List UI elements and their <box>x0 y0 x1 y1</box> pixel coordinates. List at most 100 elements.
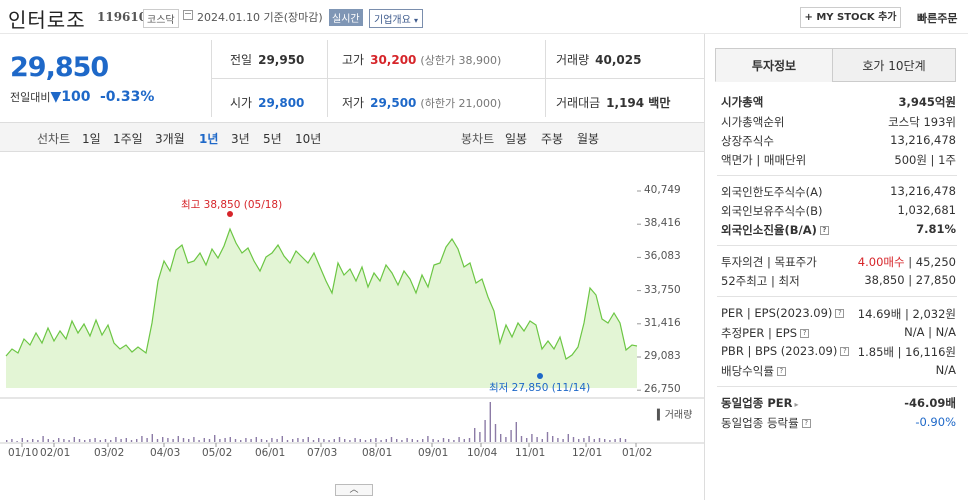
volume-bar <box>375 438 377 442</box>
stock-header: 인터로조 119610 코스닥 2024.01.10 기준(장마감) 실시간 기… <box>0 0 968 34</box>
volume-bar <box>552 436 554 442</box>
company-overview-dropdown[interactable]: 기업개요 ▾ <box>369 9 424 28</box>
y-tick-label: 31,416 <box>644 316 681 329</box>
low-marker <box>537 373 543 379</box>
volume-legend: ▍거래량 <box>657 410 693 421</box>
volume-bar <box>302 439 304 442</box>
volume-bar <box>494 424 497 442</box>
volume-bar <box>52 440 55 442</box>
tab-weekly[interactable]: 주봉 <box>541 130 563 147</box>
open-price: 시가 29,800 <box>230 96 305 110</box>
help-icon[interactable]: ? <box>819 226 829 235</box>
help-icon[interactable]: ? <box>840 347 850 356</box>
volume-bar <box>562 439 564 442</box>
x-tick-label: 01/10 <box>8 447 39 459</box>
tab-3y[interactable]: 3년 <box>231 130 250 147</box>
my-stock-add-button[interactable]: + MY STOCK 추가 <box>800 7 901 28</box>
tab-investment-info[interactable]: 투자정보 <box>715 48 833 82</box>
dividend-yield: 배당수익률? N/A <box>721 363 956 378</box>
volume-bar <box>172 439 174 442</box>
tab-monthly[interactable]: 월봉 <box>577 130 599 147</box>
help-icon[interactable]: ? <box>801 419 811 428</box>
x-tick-label: 10/04 <box>467 447 498 459</box>
tab-5y[interactable]: 5년 <box>263 130 282 147</box>
divider <box>212 78 704 79</box>
y-tick-label: 33,750 <box>644 283 681 296</box>
tab-1y[interactable]: 1년 <box>199 130 218 147</box>
volume-bar <box>520 436 523 442</box>
help-icon[interactable]: ? <box>800 329 810 338</box>
volume-bar <box>110 440 112 442</box>
volume-bar <box>182 438 185 442</box>
volume-bar <box>526 438 528 442</box>
volume-bar <box>370 439 372 442</box>
x-tick-label: 04/03 <box>150 447 181 459</box>
volume-bar <box>318 438 320 442</box>
volume-bar <box>604 439 606 442</box>
volume-bar <box>567 434 569 442</box>
x-tick-label: 08/01 <box>362 447 393 459</box>
volume-bar <box>536 437 538 442</box>
y-tick-label: 29,083 <box>644 350 681 362</box>
volume-bar <box>510 430 512 442</box>
y-tick-label: 38,416 <box>644 217 681 230</box>
industry-per: 동일업종 PER ▸ -46.09배 <box>721 396 956 410</box>
tab-daily[interactable]: 일봉 <box>505 130 527 147</box>
volume-bar <box>276 439 278 442</box>
quote-date: 2024.01.10 기준(장마감) <box>197 11 323 24</box>
pbr-bps: PBR | BPS (2023.09)? 1.85배 | 16,116원 <box>721 344 956 359</box>
volume-bar <box>58 438 60 442</box>
volume-bar <box>619 438 621 442</box>
volume-bar <box>578 439 580 442</box>
trade-amount: 거래대금 1,194 백만 <box>556 96 671 110</box>
tab-1w[interactable]: 1주일 <box>113 130 143 147</box>
volume-bar <box>188 439 190 442</box>
volume-bar <box>11 439 13 442</box>
x-tick-label: 11/01 <box>515 447 546 459</box>
current-price: 29,850 <box>10 52 109 83</box>
volume-bar <box>32 439 34 442</box>
chevron-up-icon[interactable]: ︿ <box>335 484 373 496</box>
tab-1d[interactable]: 1일 <box>82 130 101 147</box>
tab-3m[interactable]: 3개월 <box>155 130 185 147</box>
volume-bar <box>624 439 627 442</box>
foreign-limit: 외국인한도주식수(A) 13,216,478 <box>721 184 956 199</box>
volume-bar <box>541 439 543 442</box>
par-value: 액면가 | 매매단위 500원 | 1주 <box>721 153 956 167</box>
tab-orderbook[interactable]: 호가 10단계 <box>832 48 956 82</box>
volume-bar <box>333 439 335 442</box>
volume-bar <box>359 439 361 442</box>
price-change: 전일대비▼100 -0.33% <box>10 89 155 105</box>
volume-bar <box>546 432 549 442</box>
volume-bar <box>364 440 367 442</box>
volume-bar <box>588 436 590 442</box>
volume-bar <box>401 440 403 442</box>
volume-bar <box>198 440 200 442</box>
y-tick-label: 26,750 <box>644 383 681 396</box>
quick-order-button[interactable]: 빠른주문 <box>917 10 957 26</box>
y-tick-label: 40,749 <box>644 184 681 196</box>
volume: 거래량 40,025 <box>556 53 642 67</box>
volume-bar <box>484 420 486 442</box>
volume-bar <box>390 437 393 442</box>
prev-close: 전일 29,950 <box>230 53 305 67</box>
volume-bar <box>240 440 242 442</box>
volume-bar <box>167 438 169 442</box>
volume-bar <box>224 438 226 442</box>
volume-bar <box>609 440 611 442</box>
divider <box>717 175 957 176</box>
volume-bar <box>42 436 44 442</box>
x-tick-label: 07/03 <box>307 447 338 459</box>
volume-bar <box>505 437 507 442</box>
volume-bar <box>432 439 434 442</box>
help-icon[interactable]: ? <box>776 367 786 376</box>
y-tick-label: 36,083 <box>644 250 681 263</box>
volume-bar <box>115 437 117 442</box>
volume-bar <box>338 437 341 442</box>
volume-bar <box>427 436 429 442</box>
volume-bar <box>416 440 419 442</box>
help-icon[interactable]: ? <box>835 309 845 318</box>
volume-bar <box>380 440 382 442</box>
tab-10y[interactable]: 10년 <box>295 130 321 147</box>
realtime-button[interactable]: 실시간 <box>329 9 363 26</box>
